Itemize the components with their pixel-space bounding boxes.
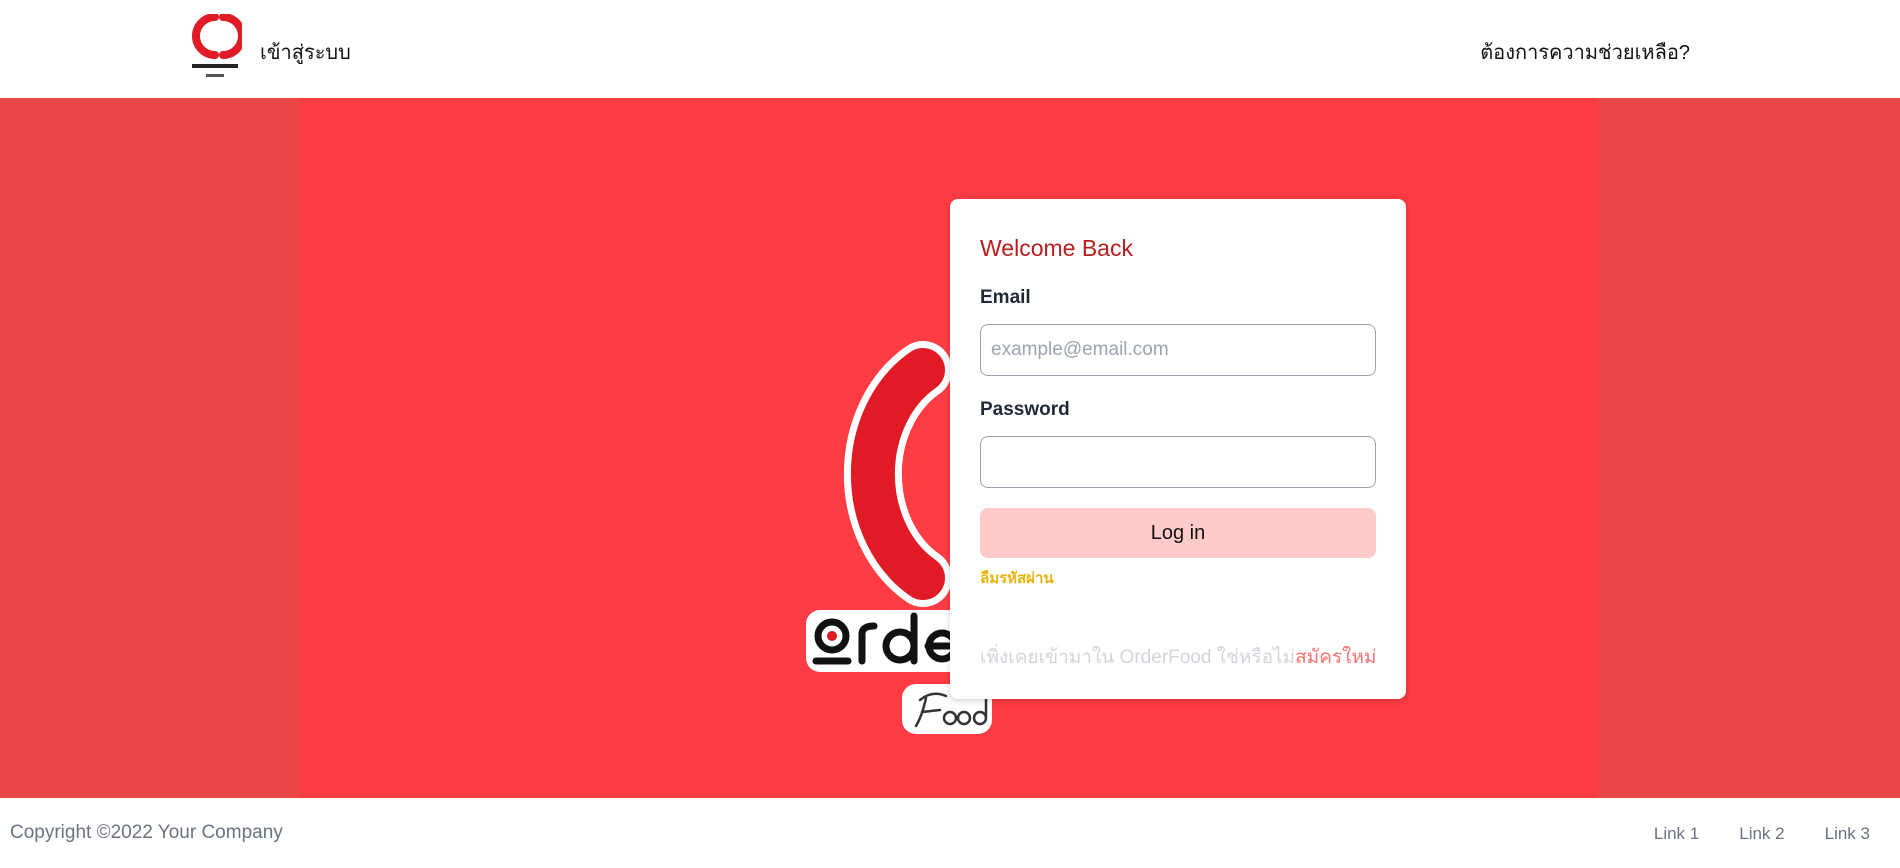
signup-prompt-text: เพิ่งเคยเข้ามาใน OrderFood ใช่หรือไม่ xyxy=(980,647,1296,668)
login-card: Welcome Back Email Password Log in ลืมรห… xyxy=(950,199,1406,699)
footer: Copyright ©2022 Your Company Link 1 Link… xyxy=(0,798,1900,868)
copyright-text: Copyright ©2022 Your Company xyxy=(10,822,283,843)
footer-link-1[interactable]: Link 1 xyxy=(1654,824,1699,844)
footer-link-2[interactable]: Link 2 xyxy=(1739,824,1784,844)
top-navbar: เข้าสู่ระบบ ต้องการความช่วยเหลือ? xyxy=(0,0,1900,98)
signup-link[interactable]: สมัครใหม่ xyxy=(1295,647,1376,668)
footer-links: Link 1 Link 2 Link 3 xyxy=(1654,824,1870,844)
password-label: Password xyxy=(980,399,1070,420)
email-field[interactable] xyxy=(980,324,1376,376)
orderfood-logo-icon[interactable] xyxy=(188,14,242,82)
footer-link-3[interactable]: Link 3 xyxy=(1825,824,1870,844)
hero-section: Welcome Back Email Password Log in ลืมรห… xyxy=(0,98,1900,798)
login-title: Welcome Back xyxy=(980,235,1133,261)
help-link[interactable]: ต้องการความช่วยเหลือ? xyxy=(1480,36,1690,68)
login-button[interactable]: Log in xyxy=(980,508,1376,558)
page-title: เข้าสู่ระบบ xyxy=(260,42,351,64)
signup-prompt: เพิ่งเคยเข้ามาใน OrderFood ใช่หรือไม่สมั… xyxy=(980,642,1376,672)
email-label: Email xyxy=(980,287,1031,308)
password-field[interactable] xyxy=(980,436,1376,488)
forgot-password-link[interactable]: ลืมรหัสผ่าน xyxy=(980,566,1054,590)
hero-panel: Welcome Back Email Password Log in ลืมรห… xyxy=(300,98,1598,798)
